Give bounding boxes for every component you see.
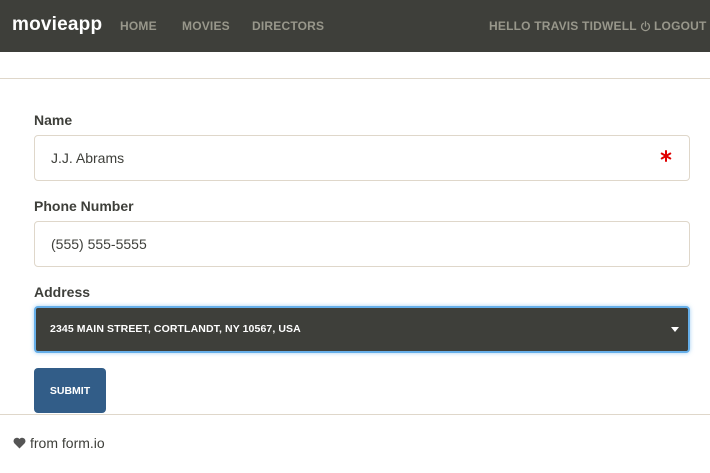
asterisk-icon (660, 150, 672, 162)
address-select-value: 2345 MAIN STREET, CORTLANDT, NY 10567, U… (50, 323, 301, 335)
footer: from form.io (13, 435, 105, 451)
submit-button[interactable]: SUBMIT (34, 368, 106, 413)
user-greeting: HELLO TRAVIS TIDWELL (489, 19, 637, 33)
nav-link-movies[interactable]: MOVIES (182, 19, 230, 33)
power-icon (640, 20, 651, 31)
name-input[interactable] (34, 135, 690, 181)
nav-link-home[interactable]: HOME (120, 19, 157, 33)
brand-logo[interactable]: movieapp (12, 14, 102, 36)
top-divider (0, 78, 710, 79)
phone-input[interactable] (34, 221, 690, 267)
navbar: movieapp HOME MOVIES DIRECTORS HELLO TRA… (0, 0, 710, 52)
address-select[interactable]: 2345 MAIN STREET, CORTLANDT, NY 10567, U… (34, 306, 690, 353)
address-label: Address (34, 284, 91, 300)
footer-text[interactable]: from form.io (30, 435, 105, 451)
logout-link[interactable]: LOGOUT (640, 19, 707, 33)
chevron-down-icon (671, 327, 679, 332)
phone-label: Phone Number (34, 198, 134, 214)
heart-icon (13, 437, 26, 449)
bottom-divider (0, 414, 710, 415)
name-label: Name (34, 112, 73, 128)
nav-link-directors[interactable]: DIRECTORS (252, 19, 324, 33)
logout-label: LOGOUT (654, 19, 707, 33)
